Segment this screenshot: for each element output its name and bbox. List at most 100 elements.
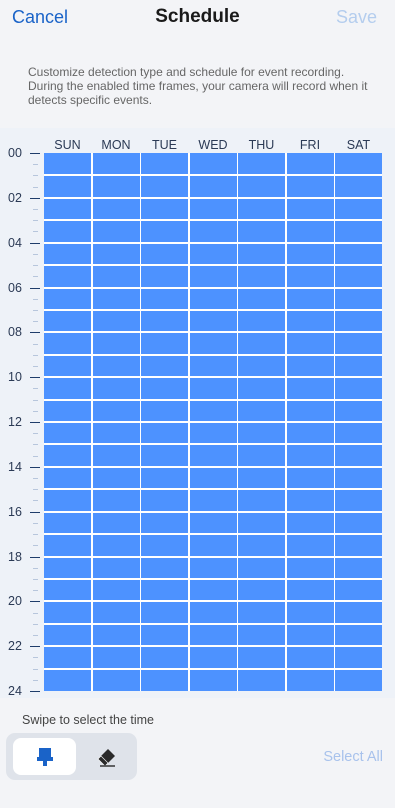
hour-divider: [44, 174, 382, 177]
minor-tick: [33, 590, 38, 592]
minor-tick: [33, 309, 38, 311]
eraser-icon: [97, 748, 115, 767]
hour-divider: [44, 286, 382, 289]
hour-tick: [30, 601, 40, 603]
tool-toggle: [6, 733, 137, 780]
hour-tick: [30, 287, 40, 289]
minor-tick: [33, 455, 38, 457]
hour-divider: [44, 600, 382, 603]
hour-divider: [44, 241, 382, 244]
minor-tick: [33, 578, 38, 580]
hour-tick: [30, 646, 40, 648]
minor-tick: [33, 354, 38, 356]
time-grid[interactable]: [44, 153, 382, 691]
hour-tick: [30, 422, 40, 423]
hour-divider: [44, 533, 382, 536]
minor-tick: [33, 612, 38, 614]
minor-tick: [33, 478, 38, 480]
hour-label: 12: [8, 415, 22, 429]
hour-label: 04: [8, 235, 22, 250]
day-label-fri: FRI: [299, 138, 321, 152]
hour-divider: [44, 465, 382, 468]
hour-divider: [44, 308, 382, 311]
minor-tick: [33, 253, 38, 255]
minor-tick: [33, 522, 38, 524]
hour-tick: [30, 197, 40, 199]
hour-divider: [44, 510, 382, 513]
hour-label: 14: [8, 459, 22, 474]
day-label-tue: TUE: [152, 138, 177, 152]
hour-label: 06: [8, 280, 22, 295]
hour-tick: [30, 377, 40, 379]
minor-tick: [33, 388, 38, 390]
hour-tick: [30, 556, 40, 558]
hour-label: 00: [8, 146, 22, 160]
hour-tick: [30, 466, 40, 468]
minor-tick: [33, 567, 38, 569]
minor-tick: [33, 623, 38, 625]
minor-tick: [33, 276, 38, 278]
hour-divider: [44, 488, 382, 491]
eraser-tool-button[interactable]: [78, 738, 136, 775]
minor-tick: [33, 343, 38, 345]
hour-divider: [44, 622, 382, 625]
day-label-sat: SAT: [346, 138, 371, 152]
header-bar: Cancel Schedule Save: [0, 0, 395, 40]
hour-divider: [44, 443, 382, 446]
hour-divider: [44, 376, 382, 379]
hour-label: 02: [8, 190, 22, 205]
hour-divider: [44, 398, 382, 401]
minor-tick: [33, 444, 38, 446]
hour-divider: [44, 667, 382, 670]
day-label-wed: WED: [198, 138, 228, 152]
minor-tick: [33, 265, 38, 267]
minor-tick: [33, 679, 38, 681]
minor-tick: [33, 500, 38, 502]
brush-icon: [36, 747, 53, 766]
hour-tick: [30, 153, 40, 154]
hour-divider: [44, 421, 382, 423]
minor-tick: [33, 321, 38, 323]
hour-divider: [44, 555, 382, 558]
cancel-button[interactable]: Cancel: [12, 7, 68, 28]
hour-label: 08: [8, 325, 22, 340]
schedule-grid-panel: SUN MON TUE WED THU FRI SAT 00 02 04 06 08 10 12 14 16…: [0, 128, 395, 698]
hour-label: 24: [8, 684, 22, 698]
minor-tick: [33, 657, 38, 659]
minor-tick: [33, 545, 38, 547]
minor-tick: [33, 433, 38, 435]
schedule-description: Customize detection type and schedule fo…: [28, 65, 368, 107]
minor-tick: [33, 410, 38, 412]
hour-label: 10: [8, 370, 22, 385]
day-label-mon: MON: [101, 138, 131, 152]
minor-tick: [33, 634, 38, 636]
hour-label: 20: [8, 594, 22, 609]
brush-tool-button[interactable]: [13, 738, 76, 775]
hour-divider: [44, 219, 382, 222]
minor-tick: [33, 365, 38, 367]
day-label-sun: SUN: [54, 138, 81, 152]
hour-divider: [44, 264, 382, 267]
hour-label: 16: [8, 504, 22, 519]
save-button[interactable]: Save: [336, 7, 377, 28]
hour-tick: [30, 242, 40, 244]
minor-tick: [33, 298, 38, 300]
minor-tick: [33, 399, 38, 401]
hour-divider: [44, 353, 382, 356]
select-all-button[interactable]: Select All: [323, 749, 383, 765]
minor-tick: [33, 231, 38, 233]
minor-tick: [33, 668, 38, 670]
minor-tick: [33, 175, 38, 177]
minor-tick: [33, 534, 38, 536]
hour-divider: [44, 331, 382, 334]
hour-divider: [44, 196, 382, 199]
hour-label: 18: [8, 549, 22, 564]
hour-label: 22: [8, 639, 22, 654]
minor-tick: [33, 209, 38, 211]
minor-tick: [33, 220, 38, 222]
minor-tick: [33, 164, 38, 166]
swipe-hint: Swipe to select the time: [22, 713, 155, 727]
hour-tick: [30, 332, 40, 334]
hour-tick: [30, 511, 40, 513]
minor-tick: [33, 186, 38, 188]
